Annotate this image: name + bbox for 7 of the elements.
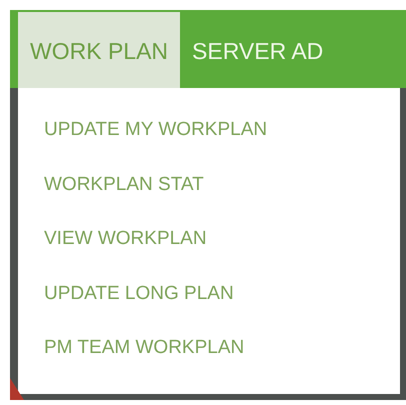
menu-tab[interactable]: SERVER AD [180,12,336,88]
menu-item[interactable]: WORKPLAN STAT [44,164,204,219]
menu-tab[interactable]: WORK PLAN [18,12,180,88]
menu-item[interactable]: UPDATE LONG PLAN [44,274,234,328]
menu-item[interactable]: UPDATE MY WORKPLAN [44,110,268,164]
menu-item[interactable]: VIEW WORKPLAN [44,219,207,274]
menu-item[interactable]: PM TEAM WORKPLAN [44,328,244,382]
